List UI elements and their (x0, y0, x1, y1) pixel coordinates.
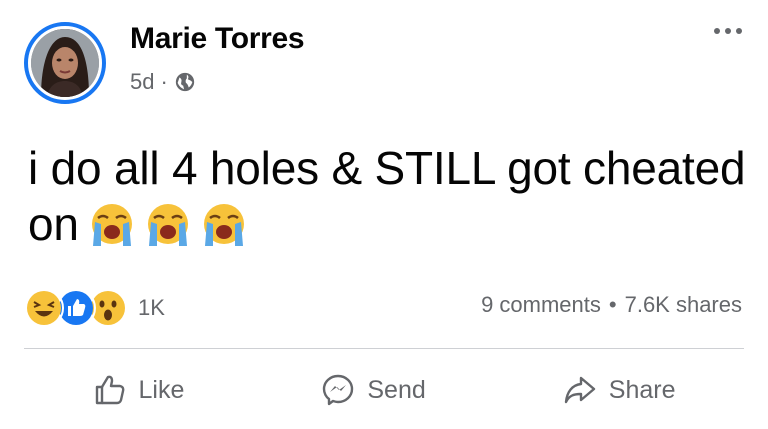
reaction-count: 1K (138, 295, 165, 320)
loudly-crying-face-icon (147, 203, 188, 246)
more-dot (714, 28, 720, 34)
action-bar: Like Send Share (24, 362, 744, 418)
emoji-group (87, 200, 249, 250)
more-options-button[interactable] (714, 28, 742, 34)
meta-separator: · (160, 69, 168, 94)
comments-count[interactable]: 9 comments (481, 292, 601, 318)
send-button[interactable]: Send (321, 373, 426, 407)
haha-reaction-icon (24, 288, 64, 328)
more-dot (736, 28, 742, 34)
share-button[interactable]: Share (563, 373, 676, 407)
share-arrow-icon (564, 376, 595, 404)
like-label: Like (138, 375, 185, 404)
more-dot (725, 28, 731, 34)
post-meta: 5d · (130, 69, 196, 95)
loudly-crying-face-icon (91, 203, 132, 246)
avatar[interactable] (24, 22, 106, 104)
share-label: Share (608, 375, 676, 404)
avatar-photo (31, 29, 99, 97)
like-button[interactable]: Like (93, 373, 185, 407)
avatar-face-icon (31, 29, 99, 97)
globe-icon[interactable] (174, 71, 196, 93)
messenger-icon (323, 374, 354, 406)
divider (24, 348, 744, 349)
stats-separator: • (608, 292, 617, 317)
loudly-crying-face-icon (203, 203, 244, 246)
shares-count[interactable]: 7.6K shares (625, 292, 742, 318)
send-label: Send (367, 375, 426, 404)
post-stats: 9 comments • 7.6K shares (481, 292, 742, 318)
post-content: i do all 4 holes & STILL got cheated on (28, 140, 748, 253)
post-timestamp[interactable]: 5d (130, 69, 154, 95)
reaction-summary[interactable]: 1K (24, 288, 165, 328)
author-name[interactable]: Marie Torres (130, 22, 305, 56)
thumbs-up-icon (95, 375, 124, 405)
